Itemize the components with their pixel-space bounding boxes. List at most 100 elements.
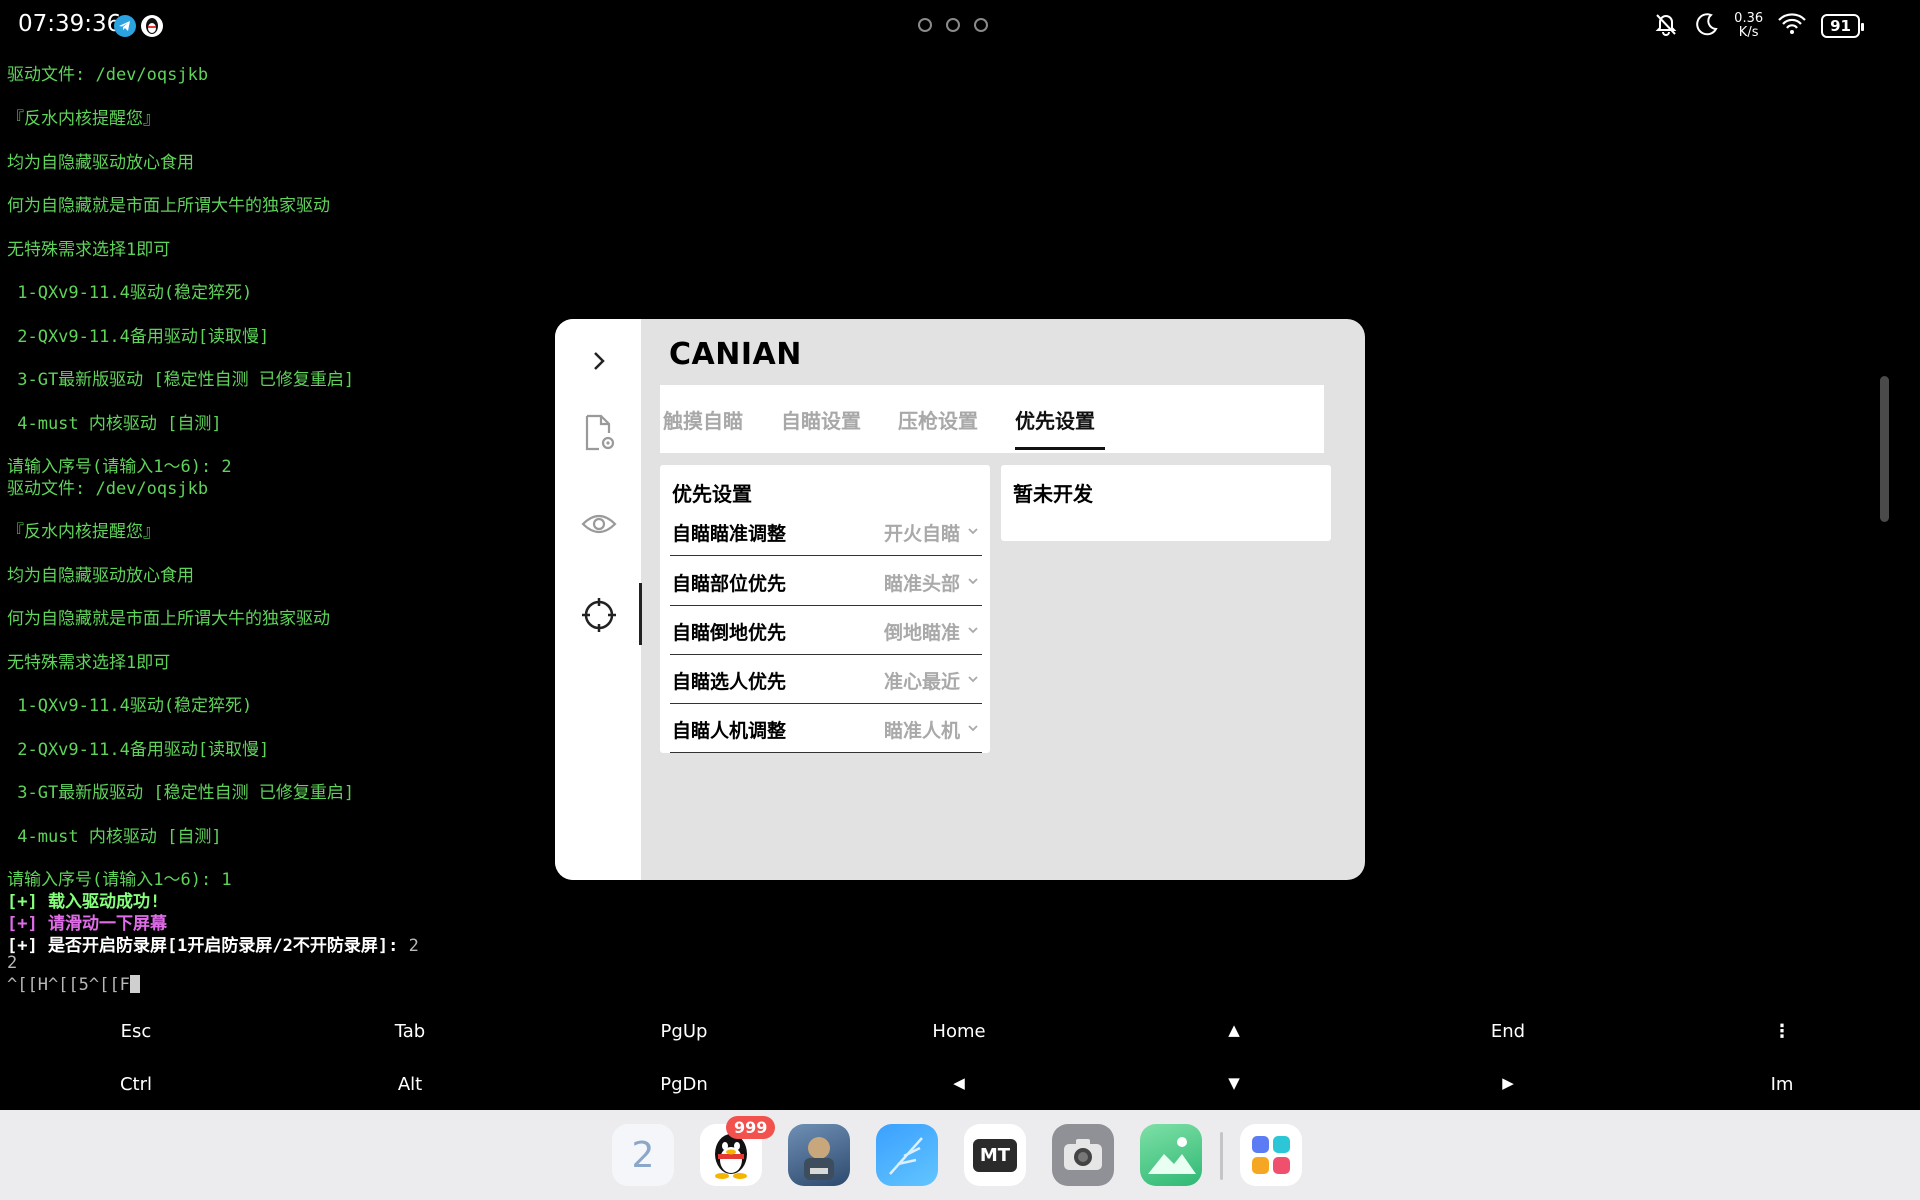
key-home[interactable]: Home <box>932 1021 985 1042</box>
clock: 07:39:36 <box>18 11 122 37</box>
setting-row-downed[interactable]: 自瞄倒地优先 倒地瞄准 <box>670 606 982 655</box>
status-icons: 0.36 K/s 91 <box>1652 10 1864 42</box>
terminal-line: 何为自隐藏就是市面上所谓大牛的独家驱动 <box>7 609 330 629</box>
terminal-line: 2-QXv9-11.4备用驱动[读取慢] <box>7 740 270 760</box>
setting-value: 开火自瞄 <box>883 523 960 545</box>
not-developed-card: 暂未开发 <box>1001 465 1331 541</box>
tab-bar: 触摸自瞄 自瞄设置 压枪设置 优先设置 <box>660 385 1324 453</box>
telegram-icon <box>114 15 136 37</box>
setting-row-aim-adjust[interactable]: 自瞄瞄准调整 开火自瞄 <box>670 507 982 556</box>
tab-touch-aim[interactable]: 触摸自瞄 <box>663 405 743 434</box>
key-left[interactable]: ◀ <box>953 1074 965 1092</box>
tab-recoil-settings[interactable]: 压枪设置 <box>898 405 978 434</box>
app-drawer-icon[interactable] <box>1240 1124 1302 1186</box>
terminal-line: 驱动文件: /dev/oqsjkb <box>7 479 209 499</box>
mt-manager-icon[interactable]: MT <box>964 1124 1026 1186</box>
terminal-line: 无特殊需求选择1即可 <box>7 240 171 260</box>
setting-label: 自瞄倒地优先 <box>672 622 787 644</box>
terminal-line: 2-QXv9-11.4备用驱动[读取慢] <box>7 327 270 347</box>
terminal-line: 无特殊需求选择1即可 <box>7 653 171 673</box>
chevron-down-icon <box>966 573 980 587</box>
key-end[interactable]: End <box>1491 1021 1525 1042</box>
eye-icon[interactable] <box>575 500 623 548</box>
key-tab[interactable]: Tab <box>395 1021 425 1042</box>
key-alt[interactable]: Alt <box>398 1074 422 1095</box>
qq-icon <box>141 15 163 37</box>
brand-title: CANIAN <box>669 337 802 372</box>
setting-row-bot-adjust[interactable]: 自瞄人机调整 瞄准人机 <box>670 704 982 753</box>
terminal-line: 『反水内核提醒您』 <box>7 522 160 542</box>
tab-active-underline <box>1015 447 1105 450</box>
app-2-icon[interactable]: 2 <box>612 1124 674 1186</box>
crosshair-icon[interactable] <box>575 591 623 639</box>
terminal-line: 4-must 内核驱动 [自测] <box>7 414 222 434</box>
setting-row-target-select[interactable]: 自瞄选人优先 准心最近 <box>670 655 982 704</box>
tab-priority-settings[interactable]: 优先设置 <box>1015 405 1095 434</box>
chevron-down-icon <box>966 671 980 685</box>
panel-sidebar <box>555 319 641 880</box>
terminal-line: 何为自隐藏就是市面上所谓大牛的独家驱动 <box>7 196 330 216</box>
sidebar-active-indicator <box>639 583 642 645</box>
scrollbar-thumb[interactable] <box>1880 376 1889 522</box>
feather-icon[interactable] <box>876 1124 938 1186</box>
setting-value: 准心最近 <box>883 671 960 693</box>
not-developed-text: 暂未开发 <box>1013 482 1093 506</box>
page-dot <box>918 18 932 32</box>
terminal-escape-seq: ^[[H^[[5^[[F <box>7 975 130 995</box>
setting-row-body-part[interactable]: 自瞄部位优先 瞄准头部 <box>670 557 982 606</box>
key-esc[interactable]: Esc <box>121 1021 152 1042</box>
battery-icon: 91 <box>1821 14 1864 38</box>
key-ime[interactable]: Im <box>1771 1074 1794 1095</box>
dock: 2 MT <box>0 1110 1920 1200</box>
key-pgup[interactable]: PgUp <box>661 1021 708 1042</box>
card-title: 优先设置 <box>672 482 752 506</box>
gallery-icon[interactable] <box>1140 1124 1202 1186</box>
tab-aim-settings[interactable]: 自瞄设置 <box>781 405 861 434</box>
net-speed-value: 0.36 <box>1734 11 1764 26</box>
chevron-right-icon[interactable] <box>575 337 623 385</box>
terminal-input-echo: 2 <box>408 936 419 956</box>
key-down[interactable]: ▼ <box>1228 1074 1240 1092</box>
net-speed-unit: K/s <box>1738 25 1759 40</box>
status-bar: 07:39:36 0.36 K/s 91 <box>0 0 1920 52</box>
chevron-down-icon <box>966 523 980 537</box>
wifi-icon <box>1777 12 1807 40</box>
dock-divider <box>1220 1132 1223 1180</box>
app-2-label: 2 <box>631 1134 655 1176</box>
terminal-cursor <box>129 975 140 993</box>
terminal-line: 『反水内核提醒您』 <box>7 109 160 129</box>
key-ctrl[interactable]: Ctrl <box>120 1074 152 1095</box>
terminal-line: 4-must 内核驱动 [自测] <box>7 827 222 847</box>
camera-icon[interactable] <box>1052 1124 1114 1186</box>
terminal-line: 驱动文件: /dev/oqsjkb <box>7 65 209 85</box>
terminal-line: 1-QXv9-11.4驱动(稳定猝死) <box>7 283 253 303</box>
moon-icon <box>1694 11 1720 41</box>
net-speed: 0.36 K/s <box>1734 12 1763 40</box>
key-pgdn[interactable]: PgDn <box>660 1074 708 1095</box>
priority-settings-card: 优先设置 自瞄瞄准调整 开火自瞄 自瞄部位优先 瞄准头部 自瞄倒地优先 倒地瞄准… <box>660 465 990 753</box>
page-dots <box>918 17 1002 36</box>
terminal-prompt: [+] 是否开启防录屏[1开启防录屏/2不开防录屏]: <box>7 936 409 956</box>
setting-label: 自瞄选人优先 <box>672 671 787 693</box>
terminal-line: 3-GT最新版驱动 [稳定性自测 已修复重启] <box>7 370 355 390</box>
terminal-line: [+] 是否开启防录屏[1开启防录屏/2不开防录屏]: 2 <box>7 931 419 956</box>
mute-icon <box>1652 10 1680 42</box>
setting-value: 倒地瞄准 <box>883 622 960 644</box>
key-more[interactable]: ⋮ <box>1773 1021 1791 1042</box>
setting-label: 自瞄部位优先 <box>672 573 787 595</box>
setting-label: 自瞄瞄准调整 <box>672 523 787 545</box>
mt-label: MT <box>972 1138 1018 1172</box>
file-settings-icon[interactable] <box>575 409 623 457</box>
terminal-line: 3-GT最新版驱动 [稳定性自测 已修复重启] <box>7 783 355 803</box>
chevron-down-icon <box>966 720 980 734</box>
page-dot <box>946 18 960 32</box>
terminal-line: 2 <box>7 953 18 973</box>
key-up[interactable]: ▲ <box>1228 1021 1240 1039</box>
setting-value: 瞄准人机 <box>883 720 960 742</box>
chevron-down-icon <box>966 622 980 636</box>
cheat-menu-panel: CANIAN 触摸自瞄 自瞄设置 压枪设置 优先设置 优先设置 自瞄瞄准调整 开… <box>555 319 1365 880</box>
setting-label: 自瞄人机调整 <box>672 720 787 742</box>
key-right[interactable]: ▶ <box>1502 1074 1514 1092</box>
terminal-line: 均为自隐藏驱动放心食用 <box>7 153 194 173</box>
pubg-icon[interactable] <box>788 1124 850 1186</box>
